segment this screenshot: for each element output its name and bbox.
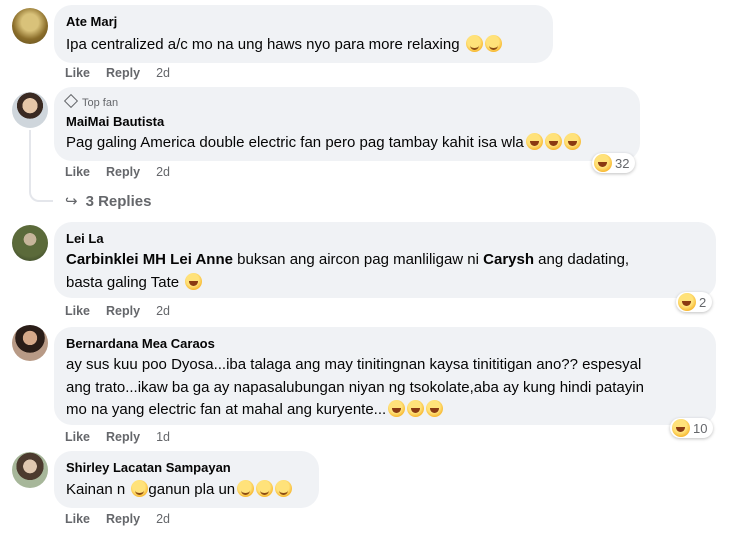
timestamp[interactable]: 2d — [156, 304, 170, 318]
smile-emoji-icon — [256, 480, 274, 497]
reaction-count: 10 — [693, 420, 708, 436]
rofl-emoji-icon — [185, 273, 203, 290]
timestamp[interactable]: 1d — [156, 430, 170, 444]
reply-button[interactable]: Reply — [106, 165, 140, 179]
comment-actions: Like Reply 2d — [65, 165, 186, 179]
haha-reaction-icon — [672, 419, 690, 437]
comment-actions: Like Reply 2d — [65, 66, 186, 80]
comment-text-line: mo na yang electric fan at mahal ang kur… — [66, 399, 444, 421]
comment-text-line: basta galing Tate — [66, 272, 203, 294]
reaction-count: 2 — [699, 294, 707, 310]
joy-emoji-icon — [388, 400, 406, 417]
reply-button[interactable]: Reply — [106, 512, 140, 526]
like-button[interactable]: Like — [65, 165, 90, 179]
avatar[interactable] — [12, 92, 48, 128]
rofl-emoji-icon — [563, 133, 581, 150]
avatar[interactable] — [12, 452, 48, 488]
badge-label: Top fan — [82, 97, 119, 109]
comment-actions: Like Reply 2d — [65, 304, 186, 318]
comment-text-line: ang trato...ikaw ba ga ay napasalubungan… — [66, 379, 644, 396]
mention-link[interactable]: Carysh — [483, 251, 534, 268]
commenter-name[interactable]: MaiMai Bautista — [66, 114, 164, 129]
comment-bubble: Bernardana Mea Caraos ay sus kuu poo Dyo… — [54, 327, 716, 425]
timestamp[interactable]: 2d — [156, 512, 170, 526]
like-button[interactable]: Like — [65, 66, 90, 80]
comment-actions: Like Reply 2d — [65, 512, 186, 526]
joy-emoji-icon — [426, 400, 444, 417]
avatar[interactable] — [12, 8, 48, 44]
reaction-summary[interactable]: 2 — [676, 292, 713, 312]
top-fan-badge: Top fan — [63, 93, 119, 109]
comment-body: Kainan n — [66, 481, 130, 498]
reaction-summary[interactable]: 32 — [592, 153, 636, 173]
mention-link[interactable]: Carbinklei MH Lei Anne — [66, 251, 233, 268]
commenter-name[interactable]: Lei La — [66, 231, 104, 246]
like-button[interactable]: Like — [65, 430, 90, 444]
haha-reaction-icon — [678, 293, 696, 311]
timestamp[interactable]: 2d — [156, 165, 170, 179]
comment-bubble: Top fan MaiMai Bautista Pag galing Ameri… — [54, 87, 640, 161]
haha-reaction-icon — [594, 154, 612, 172]
comment-text-line: ay sus kuu poo Dyosa...iba talaga ang ma… — [66, 356, 642, 373]
reply-button[interactable]: Reply — [106, 66, 140, 80]
reaction-summary[interactable]: 10 — [670, 418, 714, 438]
rofl-emoji-icon — [525, 133, 543, 150]
commenter-name[interactable]: Bernardana Mea Caraos — [66, 336, 215, 351]
smile-emoji-icon — [484, 35, 502, 52]
joy-emoji-icon — [407, 400, 425, 417]
comment-bubble: Lei La Carbinklei MH Lei Anne buksan ang… — [54, 222, 716, 298]
replies-label: 3 Replies — [85, 193, 152, 210]
avatar[interactable] — [12, 325, 48, 361]
like-button[interactable]: Like — [65, 304, 90, 318]
comment-text: Carbinklei MH Lei Anne buksan ang aircon… — [66, 249, 629, 271]
comment-body: ang dadating, — [534, 251, 630, 268]
reply-button[interactable]: Reply — [106, 304, 140, 318]
smile-emoji-icon — [237, 480, 255, 497]
comment-body: basta galing Tate — [66, 274, 180, 291]
avatar[interactable] — [12, 225, 48, 261]
comment-body: Ipa centralized a/c mo na ung haws nyo p… — [66, 36, 460, 53]
reply-button[interactable]: Reply — [106, 430, 140, 444]
comment-body: mo na yang electric fan at mahal ang kur… — [66, 401, 387, 418]
comment-text: Kainan n ganun pla un — [66, 479, 293, 501]
comment-bubble: Ate Marj Ipa centralized a/c mo na ung h… — [54, 5, 553, 63]
smile-emoji-icon — [131, 480, 149, 497]
comment-text: Ipa centralized a/c mo na ung haws nyo p… — [66, 34, 502, 56]
reaction-count: 32 — [615, 155, 630, 171]
comment-text: Pag galing America double electric fan p… — [66, 132, 581, 154]
commenter-name[interactable]: Ate Marj — [66, 14, 117, 29]
rofl-emoji-icon — [544, 133, 562, 150]
timestamp[interactable]: 2d — [156, 66, 170, 80]
reply-arrow-icon: ↪ — [65, 193, 78, 210]
comment-body: Pag galing America double electric fan p… — [66, 134, 524, 151]
thread-line — [29, 130, 31, 190]
diamond-icon — [63, 93, 79, 109]
smile-emoji-icon — [275, 480, 293, 497]
commenter-name[interactable]: Shirley Lacatan Sampayan — [66, 460, 231, 475]
comment-actions: Like Reply 1d — [65, 430, 186, 444]
comment-body: buksan ang aircon pag manliligaw ni — [232, 251, 484, 268]
comment-bubble: Shirley Lacatan Sampayan Kainan n ganun … — [54, 451, 319, 508]
thread-line — [29, 188, 53, 202]
smile-emoji-icon — [465, 35, 483, 52]
comment-body: ganun pla un — [148, 481, 236, 498]
view-replies-link[interactable]: ↪ 3 Replies — [65, 192, 151, 210]
like-button[interactable]: Like — [65, 512, 90, 526]
